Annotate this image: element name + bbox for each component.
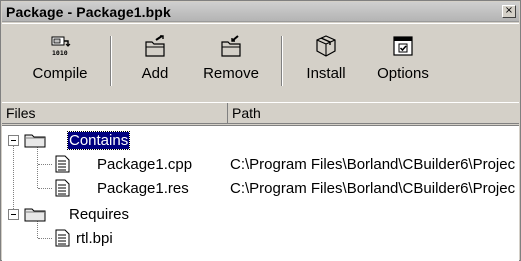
close-button[interactable]: ×: [502, 5, 516, 18]
tree-file-row[interactable]: Package1.res C:\Program Files\Borland\CB…: [2, 176, 519, 200]
toolbar-separator: [281, 36, 283, 86]
file-name: rtl.bpi: [76, 230, 113, 247]
file-icon: [55, 179, 70, 197]
title-bar[interactable]: Package - Package1.bpk ×: [2, 2, 519, 22]
remove-button[interactable]: Remove: [199, 34, 263, 90]
options-icon: [393, 36, 413, 56]
window-title: Package - Package1.bpk: [6, 4, 171, 20]
toolbar-separator: [110, 36, 112, 86]
install-package-icon: [316, 35, 336, 57]
files-column-header[interactable]: Files: [2, 103, 228, 123]
path-column-header[interactable]: Path: [228, 103, 519, 123]
svg-text:1010: 1010: [52, 49, 68, 57]
file-path: C:\Program Files\Borland\CBuilder6\Proje…: [230, 180, 516, 197]
collapse-icon[interactable]: [8, 209, 19, 220]
compile-label: Compile: [32, 65, 88, 82]
install-label: Install: [306, 65, 346, 82]
file-name: Package1.cpp: [97, 156, 193, 173]
contains-label[interactable]: Contains: [66, 131, 131, 150]
remove-label: Remove: [203, 65, 259, 82]
toolbar: 1010 Compile Add Remove Install Options: [2, 23, 519, 97]
tree-node-contains[interactable]: Contains: [2, 128, 519, 152]
requires-label[interactable]: Requires: [69, 206, 129, 223]
file-icon: [55, 229, 70, 247]
tree-file-row[interactable]: Package1.cpp C:\Program Files\Borland\CB…: [2, 152, 519, 176]
file-icon: [55, 155, 70, 173]
add-file-icon: [145, 35, 165, 57]
close-icon: ×: [504, 5, 514, 16]
add-label: Add: [141, 65, 169, 82]
file-path: C:\Program Files\Borland\CBuilder6\Proje…: [230, 156, 516, 173]
install-button[interactable]: Install: [300, 34, 352, 90]
file-name: Package1.res: [97, 180, 189, 197]
collapse-icon[interactable]: [8, 135, 19, 146]
folder-icon: [24, 134, 46, 148]
compile-icon: 1010: [51, 36, 71, 57]
tree-file-row[interactable]: rtl.bpi: [2, 226, 519, 250]
folder-icon: [24, 208, 46, 222]
compile-button[interactable]: 1010 Compile: [25, 34, 95, 90]
options-label: Options: [377, 65, 429, 82]
add-button[interactable]: Add: [130, 34, 180, 90]
tree-node-requires[interactable]: Requires: [2, 202, 519, 226]
package-window: Package - Package1.bpk × 1010 Compile Ad…: [0, 0, 521, 261]
package-tree[interactable]: Contains Package1.cpp C:\Program Files\B…: [2, 125, 519, 261]
options-button[interactable]: Options: [373, 34, 433, 90]
column-header: Files Path: [2, 102, 519, 124]
remove-file-icon: [221, 35, 241, 57]
